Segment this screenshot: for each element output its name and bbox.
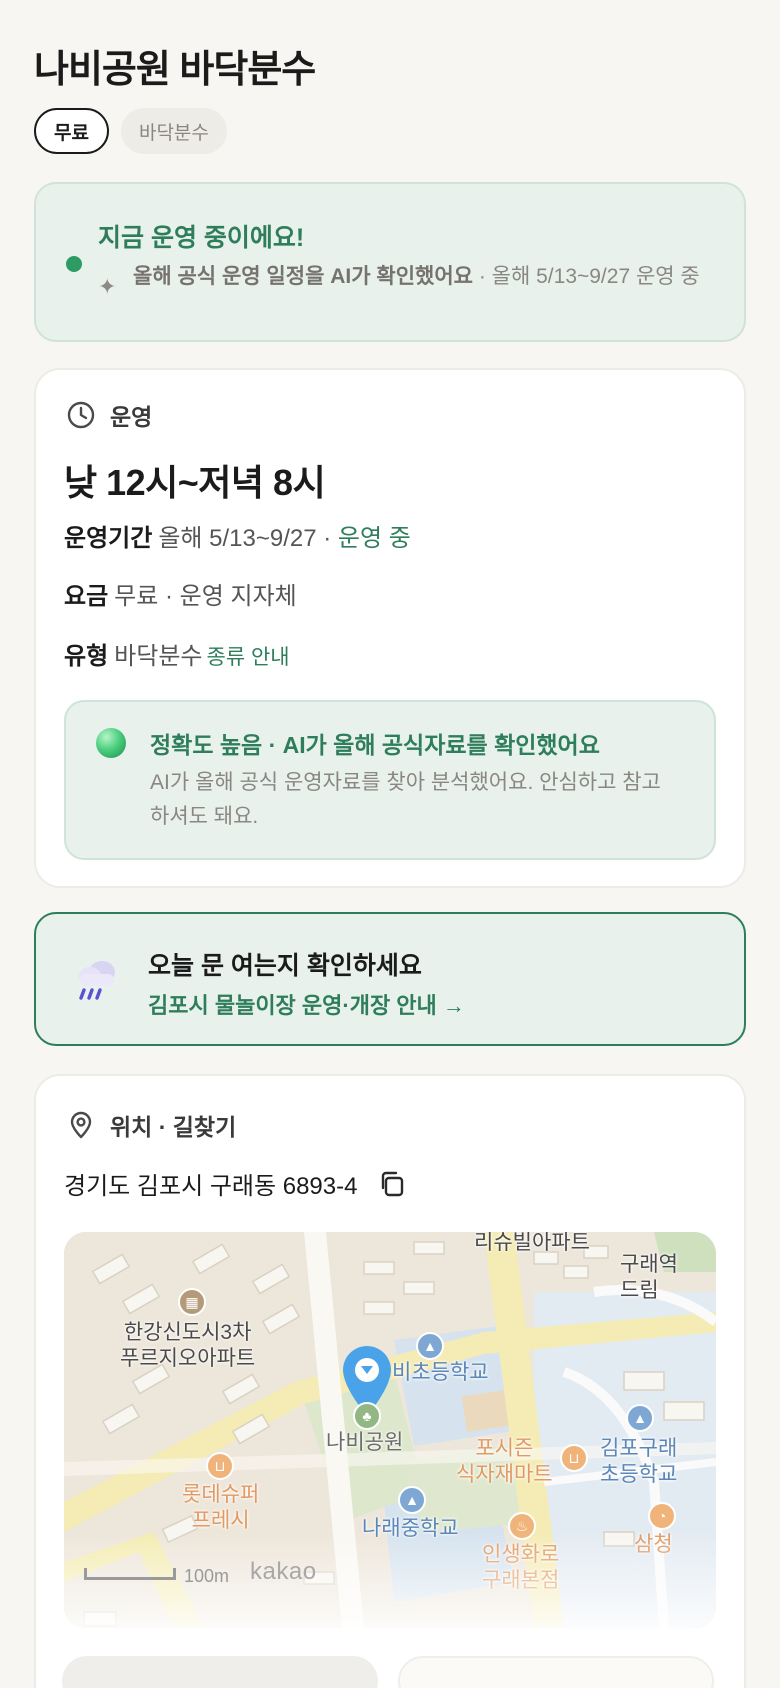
operating-hours: 낮 12시~저녁 8시 — [64, 462, 326, 503]
type-value: 바닥분수 — [114, 643, 203, 670]
period-row: 운영기간 올해 5/13~9/27 · 운영 중 — [64, 518, 411, 553]
accuracy-body: AI가 올해 공식 운영자료를 찾아 분석했어요. 안심하고 참고하셔도 돼요. — [150, 771, 661, 828]
map-label-mart1: 롯데슈퍼 프레시 — [182, 1483, 260, 1532]
map-brand-logo: kakao — [250, 1558, 317, 1585]
tag-free[interactable]: 무료 — [34, 108, 109, 154]
map-scale-label: 100m — [184, 1566, 230, 1586]
clock-icon — [67, 401, 95, 429]
school2-poi-icon: ▲ — [398, 1486, 426, 1514]
location-title: 위치 · 길찾기 — [110, 1114, 237, 1140]
location-header: 위치 · 길찾기 — [66, 1108, 236, 1142]
mart-poi-icon: ⊔ — [206, 1452, 234, 1480]
map-label-apt2: 리슈빌아파트 — [474, 1232, 590, 1254]
school3-poi-icon: ▲ — [626, 1404, 654, 1432]
apartment-poi-icon: ▦ — [178, 1288, 206, 1316]
open-check-headline: 오늘 문 여는지 확인하세요 — [148, 952, 422, 980]
open-check-link[interactable]: 김포시 물놀이장 운영·개장 안내 → — [148, 988, 465, 1020]
type-row: 유형 바닥분수 종류 안내 — [64, 636, 290, 671]
accuracy-box: 정확도 높음 · AI가 올해 공식자료를 확인했어요 AI가 올해 공식 운영… — [64, 700, 716, 860]
fee-key: 요금 — [64, 583, 109, 610]
map-label-park: 나비공원 — [326, 1431, 404, 1454]
copy-icon[interactable] — [377, 1169, 407, 1199]
school-poi-icon: ▲ — [416, 1332, 444, 1360]
operation-title: 운영 — [110, 404, 153, 430]
location-card: 위치 · 길찾기 경기도 김포시 구래동 6893-4 ▦ 한강신도시3차 푸르… — [34, 1074, 746, 1688]
ai-orb-icon — [96, 728, 126, 758]
bottom-action-left[interactable] — [62, 1656, 378, 1688]
status-card: 지금 운영 중이에요! ✦ 올해 공식 운영 일정을 AI가 확인했어요 · 올… — [34, 182, 746, 342]
operation-card: 운영 낮 12시~저녁 8시 운영기간 올해 5/13~9/27 · 운영 중 요… — [34, 368, 746, 888]
map-label-school3: 김포구래 초등학교 — [600, 1437, 678, 1486]
operation-header: 운영 — [66, 398, 152, 432]
accuracy-headline: 정확도 높음 · AI가 올해 공식자료를 확인했어요 — [150, 732, 600, 758]
status-subtext: 올해 공식 운영 일정을 AI가 확인했어요 · 올해 5/13~9/27 운영… — [133, 262, 713, 291]
map-fade-overlay — [64, 1532, 716, 1628]
status-headline: 지금 운영 중이에요! — [98, 224, 305, 252]
location-pin-icon — [70, 1111, 92, 1139]
map-view[interactable]: ▦ 한강신도시3차 푸르지오아파트 리슈빌아파트 구래역 드림 ▲ 비초등학교 ♣ … — [64, 1232, 716, 1628]
park-poi-icon: ♣ — [353, 1402, 381, 1430]
fee-value: 무료 · 운영 지자체 — [114, 583, 297, 610]
map-label-edge1: 구래역 드림 — [620, 1253, 678, 1302]
type-key: 유형 — [64, 643, 109, 670]
tag-row: 무료 바닥분수 — [34, 108, 227, 154]
period-key: 운영기간 — [64, 525, 153, 552]
mart2-poi-icon: ⊔ — [560, 1444, 588, 1472]
status-sub-strong: 올해 공식 운영 일정을 AI가 확인했어요 — [133, 265, 473, 288]
map-label-mart2: 포시즌 식자재마트 — [456, 1437, 553, 1486]
tag-type[interactable]: 바닥분수 — [120, 108, 227, 154]
page-title: 나비공원 바닥분수 — [34, 49, 316, 91]
map-label-apt1: 한강신도시3차 푸르지오아파트 — [120, 1321, 256, 1370]
status-dot-icon — [66, 256, 82, 272]
address-text: 경기도 김포시 구래동 6893-4 — [64, 1173, 358, 1200]
edge-poi-icon: ◔ — [648, 1502, 676, 1530]
rain-cloud-icon — [79, 961, 115, 1000]
open-check-banner[interactable]: 오늘 문 여는지 확인하세요 김포시 물놀이장 운영·개장 안내 → — [34, 912, 746, 1046]
type-guide-link[interactable]: 종류 안내 — [207, 646, 290, 669]
period-value: 올해 5/13~9/27 · — [158, 525, 338, 552]
place-detail-page: 나비공원 바닥분수 무료 바닥분수 지금 운영 중이에요! ✦ 올해 공식 운영… — [0, 0, 780, 1688]
fee-row: 요금 무료 · 운영 지자체 — [64, 576, 297, 611]
bottom-action-right[interactable] — [398, 1656, 714, 1688]
address-row: 경기도 김포시 구래동 6893-4 — [64, 1166, 407, 1201]
sparkle-icon: ✦ — [98, 274, 117, 299]
period-status: 운영 중 — [337, 525, 411, 552]
map-scale-bar — [84, 1568, 176, 1580]
map-label-school1: 비초등학교 — [392, 1361, 489, 1384]
status-sub-rest: · 올해 5/13~9/27 운영 중 — [472, 265, 700, 288]
